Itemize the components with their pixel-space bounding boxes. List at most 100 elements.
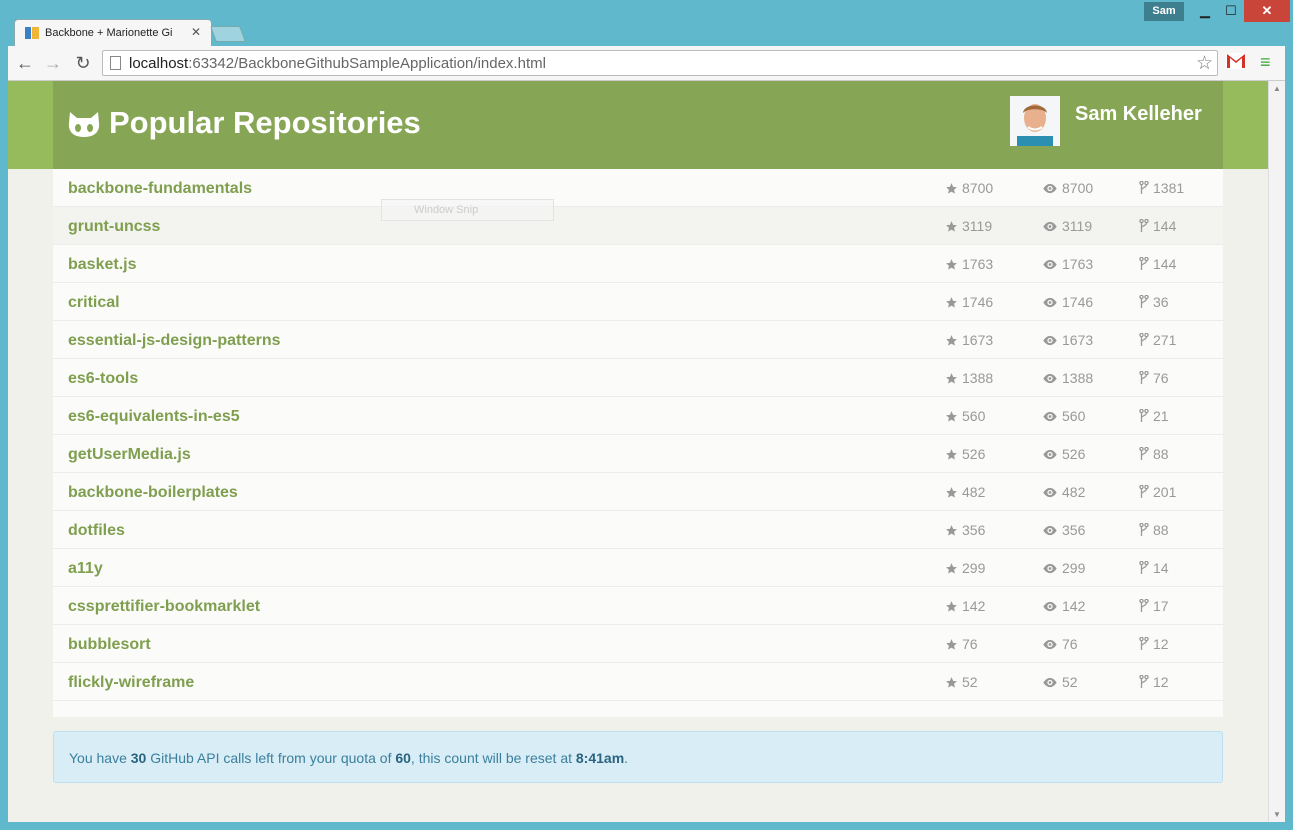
repo-name-link[interactable]: basket.js bbox=[68, 256, 136, 274]
repo-stars: 142 bbox=[945, 598, 985, 614]
repo-watchers: 526 bbox=[1042, 446, 1085, 462]
eye-icon bbox=[1042, 522, 1062, 538]
browser-toolbar: ← → ↻ localhost:63342/BackboneGithubSamp… bbox=[8, 46, 1285, 81]
window-close-icon[interactable]: ✕ bbox=[1244, 0, 1290, 22]
fork-icon bbox=[1139, 636, 1153, 652]
user-name[interactable]: Sam Kelleher bbox=[1075, 103, 1202, 126]
stars-count: 482 bbox=[962, 484, 986, 500]
repo-forks: 12 bbox=[1139, 636, 1169, 652]
star-icon bbox=[945, 180, 962, 196]
repo-watchers: 3119 bbox=[1042, 218, 1092, 234]
star-icon bbox=[945, 446, 962, 462]
star-icon bbox=[945, 484, 962, 500]
watchers-count: 560 bbox=[1062, 408, 1086, 424]
repo-row: backbone-fundamentals 8700 8700 1381 bbox=[53, 169, 1223, 207]
new-tab-button[interactable] bbox=[210, 26, 246, 42]
repo-name-link[interactable]: es6-equivalents-in-es5 bbox=[68, 408, 240, 426]
repo-row: critical 1746 1746 36 bbox=[53, 283, 1223, 321]
repo-name-link[interactable]: flickly-wireframe bbox=[68, 674, 194, 692]
repo-name-link[interactable]: a11y bbox=[68, 560, 103, 578]
forks-count: 21 bbox=[1153, 408, 1169, 424]
stars-count: 52 bbox=[962, 674, 978, 690]
fork-icon bbox=[1139, 218, 1153, 234]
repo-name-link[interactable]: cssprettifier-bookmarklet bbox=[68, 598, 260, 616]
repo-forks: 12 bbox=[1139, 674, 1169, 690]
repo-row: grunt-uncss 3119 3119 144 bbox=[53, 207, 1223, 245]
watchers-count: 356 bbox=[1062, 522, 1086, 538]
forks-count: 36 bbox=[1153, 294, 1169, 310]
repo-name-link[interactable]: getUserMedia.js bbox=[68, 446, 191, 464]
forks-count: 14 bbox=[1153, 560, 1169, 576]
fork-icon bbox=[1139, 332, 1153, 348]
stars-count: 560 bbox=[962, 408, 986, 424]
api-quota-alert: You have 30 GitHub API calls left from y… bbox=[53, 731, 1223, 783]
repo-name-link[interactable]: backbone-boilerplates bbox=[68, 484, 238, 502]
vertical-scrollbar[interactable]: ▲ ▼ bbox=[1268, 81, 1285, 822]
repo-row: getUserMedia.js 526 526 88 bbox=[53, 435, 1223, 473]
back-arrow-icon[interactable]: ← bbox=[14, 52, 36, 74]
repo-name-link[interactable]: bubblesort bbox=[68, 636, 151, 654]
repository-list: backbone-fundamentals 8700 8700 1381 grunt-u… bbox=[53, 169, 1223, 717]
repo-watchers: 8700 bbox=[1042, 180, 1093, 196]
forward-arrow-icon[interactable]: → bbox=[42, 52, 64, 74]
forks-count: 201 bbox=[1153, 484, 1177, 500]
minimize-icon[interactable]: ▁ bbox=[1192, 0, 1218, 22]
stars-count: 356 bbox=[962, 522, 986, 538]
watchers-count: 8700 bbox=[1062, 180, 1094, 196]
repo-name-link[interactable]: critical bbox=[68, 294, 120, 312]
stars-count: 1388 bbox=[962, 370, 994, 386]
repo-stars: 8700 bbox=[945, 180, 993, 196]
gmail-icon[interactable] bbox=[1226, 53, 1246, 69]
star-icon bbox=[945, 370, 962, 386]
repo-row: basket.js 1763 1763 144 bbox=[53, 245, 1223, 283]
star-icon bbox=[945, 294, 962, 310]
watchers-count: 526 bbox=[1062, 446, 1086, 462]
url-text[interactable]: localhost:63342/BackboneGithubSampleAppl… bbox=[129, 55, 546, 72]
reload-icon[interactable]: ↻ bbox=[72, 52, 94, 74]
forks-count: 144 bbox=[1153, 256, 1177, 272]
stars-count: 1746 bbox=[962, 294, 994, 310]
repo-row: es6-tools 1388 1388 76 bbox=[53, 359, 1223, 397]
forks-count: 76 bbox=[1153, 370, 1169, 386]
octocat-icon bbox=[68, 112, 100, 137]
stars-count: 526 bbox=[962, 446, 986, 462]
watchers-count: 142 bbox=[1062, 598, 1086, 614]
repo-stars: 526 bbox=[945, 446, 985, 462]
watchers-count: 1673 bbox=[1062, 332, 1094, 348]
quota-remaining: 30 bbox=[130, 750, 147, 766]
repo-name-link[interactable]: essential-js-design-patterns bbox=[68, 332, 281, 350]
repo-name-link[interactable]: grunt-uncss bbox=[68, 218, 160, 236]
repo-name-link[interactable]: es6-tools bbox=[68, 370, 138, 388]
repo-row: backbone-boilerplates 482 482 201 bbox=[53, 473, 1223, 511]
repo-stars: 482 bbox=[945, 484, 985, 500]
star-icon bbox=[945, 522, 962, 538]
repo-forks: 201 bbox=[1139, 484, 1176, 500]
repo-name-link[interactable]: dotfiles bbox=[68, 522, 125, 540]
scroll-up-icon[interactable]: ▲ bbox=[1273, 84, 1281, 93]
browser-menu-icon[interactable]: ≡ bbox=[1260, 53, 1276, 71]
user-avatar[interactable] bbox=[1010, 96, 1060, 146]
browser-tab[interactable]: Backbone + Marionette Gi ✕ bbox=[14, 19, 212, 46]
fork-icon bbox=[1139, 598, 1153, 614]
fork-icon bbox=[1139, 256, 1153, 272]
repo-name-link[interactable]: backbone-fundamentals bbox=[68, 180, 252, 198]
maximize-icon[interactable]: ☐ bbox=[1218, 0, 1244, 22]
stars-count: 1763 bbox=[962, 256, 994, 272]
quota-text-prefix: You have bbox=[69, 750, 131, 766]
scroll-down-icon[interactable]: ▼ bbox=[1273, 810, 1281, 819]
tab-close-icon[interactable]: ✕ bbox=[191, 25, 201, 39]
watchers-count: 1388 bbox=[1062, 370, 1094, 386]
address-bar[interactable]: localhost:63342/BackboneGithubSampleAppl… bbox=[102, 50, 1218, 76]
repo-stars: 1673 bbox=[945, 332, 993, 348]
eye-icon bbox=[1042, 408, 1062, 424]
repo-stars: 76 bbox=[945, 636, 978, 652]
forks-count: 17 bbox=[1153, 598, 1169, 614]
stars-count: 1673 bbox=[962, 332, 994, 348]
forks-count: 271 bbox=[1153, 332, 1177, 348]
repo-watchers: 356 bbox=[1042, 522, 1085, 538]
watchers-count: 52 bbox=[1062, 674, 1078, 690]
bookmark-star-icon[interactable]: ☆ bbox=[1196, 52, 1213, 75]
star-icon bbox=[945, 408, 962, 424]
profile-badge[interactable]: Sam bbox=[1144, 2, 1184, 21]
forks-count: 88 bbox=[1153, 522, 1169, 538]
